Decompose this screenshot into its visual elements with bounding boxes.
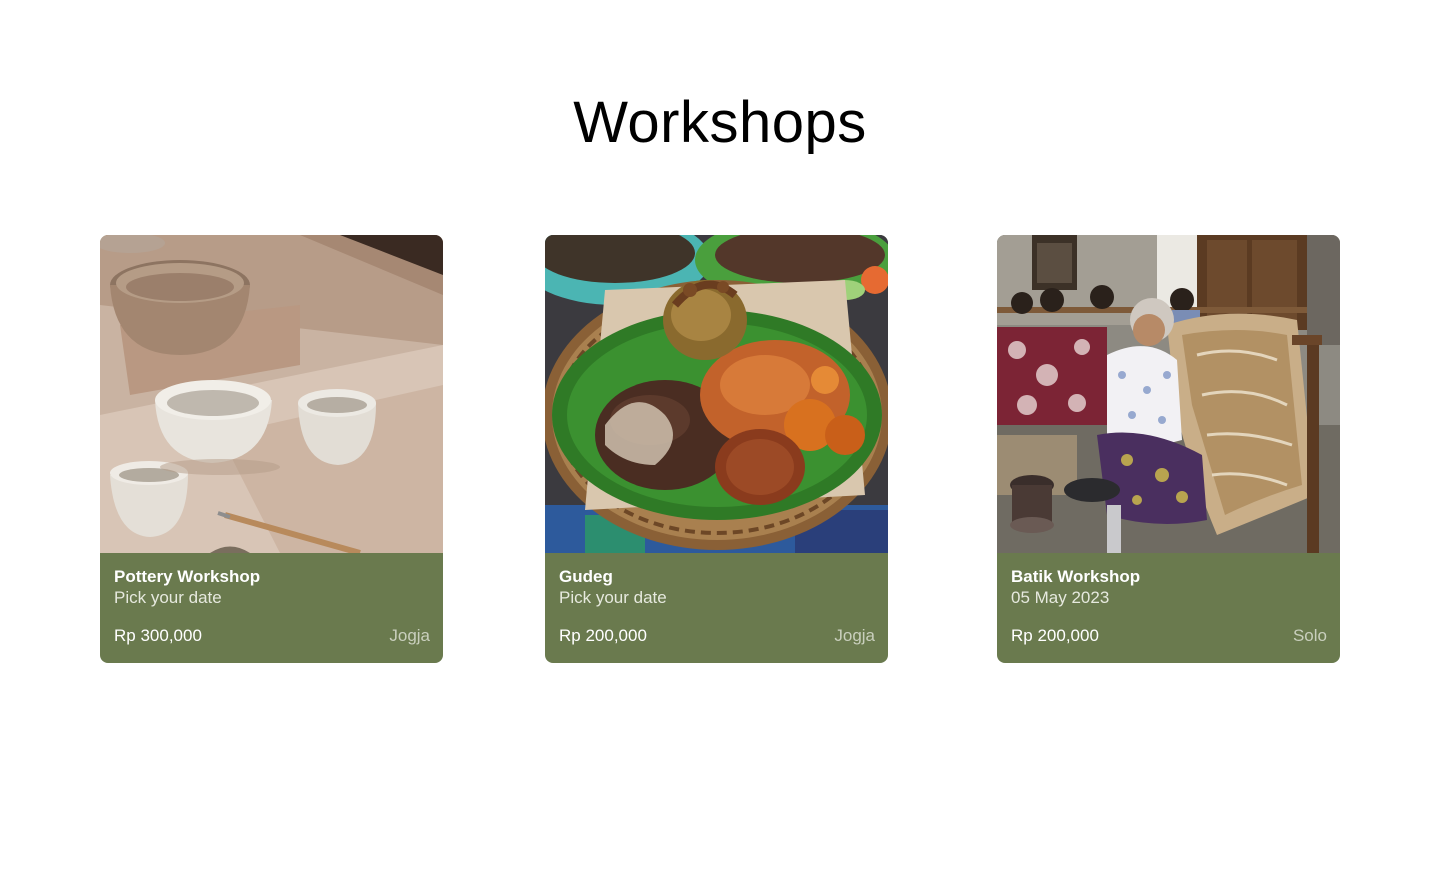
- workshop-card-gudeg[interactable]: Gudeg Pick your date Rp 200,000 Jogja: [545, 235, 888, 663]
- workshop-price: Rp 300,000: [114, 626, 202, 645]
- pottery-photo[interactable]: [100, 235, 443, 553]
- workshop-title[interactable]: Pottery Workshop: [114, 567, 429, 587]
- workshop-date: Pick your date: [114, 588, 222, 607]
- workshop-title[interactable]: Batik Workshop: [1011, 567, 1326, 587]
- workshop-location: Jogja: [389, 626, 430, 645]
- card-body: Batik Workshop 05 May 2023 Rp 200,000 So…: [997, 553, 1340, 663]
- workshop-date: Pick your date: [559, 588, 667, 607]
- page-title: Workshops: [573, 90, 867, 155]
- workshops-page: Workshops Pottery Workshop Pick your dat…: [0, 0, 1440, 896]
- workshop-title[interactable]: Gudeg: [559, 567, 874, 587]
- workshop-card-batik[interactable]: Batik Workshop 05 May 2023 Rp 200,000 So…: [997, 235, 1340, 663]
- gudeg-food-photo[interactable]: [545, 235, 888, 553]
- workshop-price: Rp 200,000: [559, 626, 647, 645]
- card-body: Pottery Workshop Pick your date Rp 300,0…: [100, 553, 443, 663]
- card-body: Gudeg Pick your date Rp 200,000 Jogja: [545, 553, 888, 663]
- workshop-price: Rp 200,000: [1011, 626, 1099, 645]
- workshop-card-pottery[interactable]: Pottery Workshop Pick your date Rp 300,0…: [100, 235, 443, 663]
- workshop-location: Jogja: [834, 626, 875, 645]
- workshop-location: Solo: [1292, 626, 1327, 645]
- workshop-date: 05 May 2023: [1011, 588, 1110, 607]
- batik-photo[interactable]: [997, 235, 1340, 553]
